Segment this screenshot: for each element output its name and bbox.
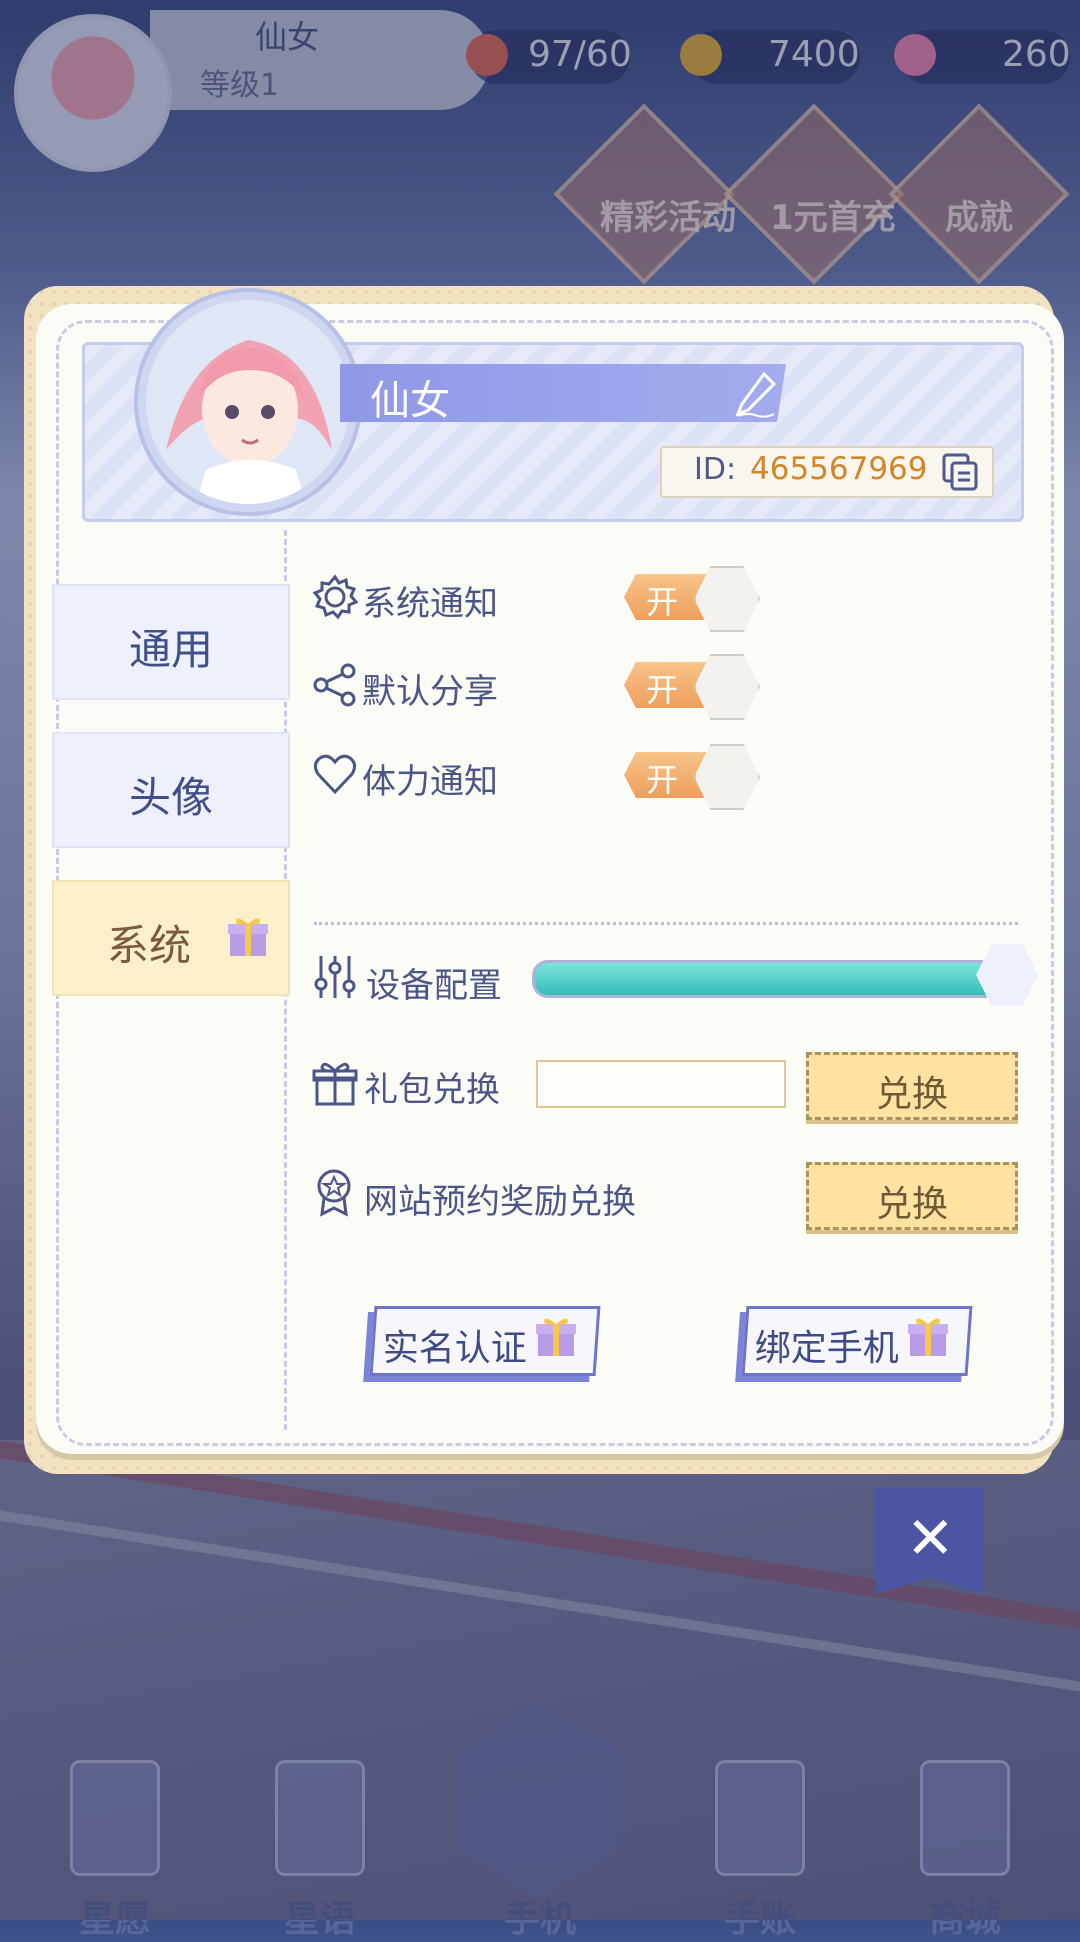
id-label: ID: — [694, 452, 737, 487]
redeem-gift-button[interactable]: 兑换 — [806, 1052, 1018, 1120]
badge-ribbon-icon — [312, 1168, 358, 1217]
tab-label: 系统 — [106, 921, 191, 970]
tab-avatar[interactable]: 头像 — [52, 732, 290, 848]
tab-system[interactable]: 系统 — [52, 880, 290, 996]
gift-code-input[interactable] — [536, 1060, 786, 1108]
notification-label: 默认分享 — [362, 672, 498, 712]
copy-icon[interactable] — [940, 451, 980, 491]
tab-label: 通用 — [128, 625, 213, 674]
gift-code-label: 礼包兑换 — [364, 1070, 500, 1110]
sliders-icon — [312, 954, 358, 1000]
profile-avatar[interactable] — [138, 292, 358, 512]
device-config-label: 设备配置 — [366, 966, 502, 1006]
profile-name: 仙女 — [370, 378, 450, 424]
gift-icon — [906, 1314, 950, 1358]
toggle-state: 开 — [646, 671, 679, 709]
device-config-slider[interactable] — [532, 960, 1008, 998]
toggle-state: 开 — [646, 761, 679, 799]
ticket-label: 实名认证 — [382, 1328, 527, 1369]
tab-label: 头像 — [128, 773, 213, 822]
tab-general[interactable]: 通用 — [52, 584, 290, 700]
toggle-state: 开 — [646, 583, 679, 621]
web-reward-label: 网站预约奖励兑换 — [364, 1182, 636, 1222]
girl-portrait-icon — [146, 300, 350, 504]
heart-icon — [312, 752, 358, 798]
share-icon — [312, 662, 358, 708]
system-notify-toggle[interactable]: 开 — [624, 566, 764, 632]
gift-box-icon — [312, 1060, 358, 1106]
gift-icon — [534, 1314, 578, 1358]
close-icon: ✕ — [906, 1504, 955, 1572]
redeem-label: 兑换 — [875, 1184, 948, 1225]
default-share-toggle[interactable]: 开 — [624, 654, 764, 720]
gift-icon — [226, 914, 270, 958]
stamina-notify-toggle[interactable]: 开 — [624, 744, 764, 810]
edit-pencil-icon[interactable] — [734, 370, 778, 418]
notification-label: 系统通知 — [362, 584, 498, 624]
ticket-label: 绑定手机 — [754, 1328, 899, 1369]
notification-label: 体力通知 — [362, 762, 498, 802]
gear-icon — [312, 574, 359, 620]
section-divider — [314, 922, 1018, 929]
redeem-label: 兑换 — [875, 1074, 948, 1115]
id-value: 465567969 — [750, 451, 928, 487]
redeem-web-reward-button[interactable]: 兑换 — [806, 1162, 1018, 1230]
